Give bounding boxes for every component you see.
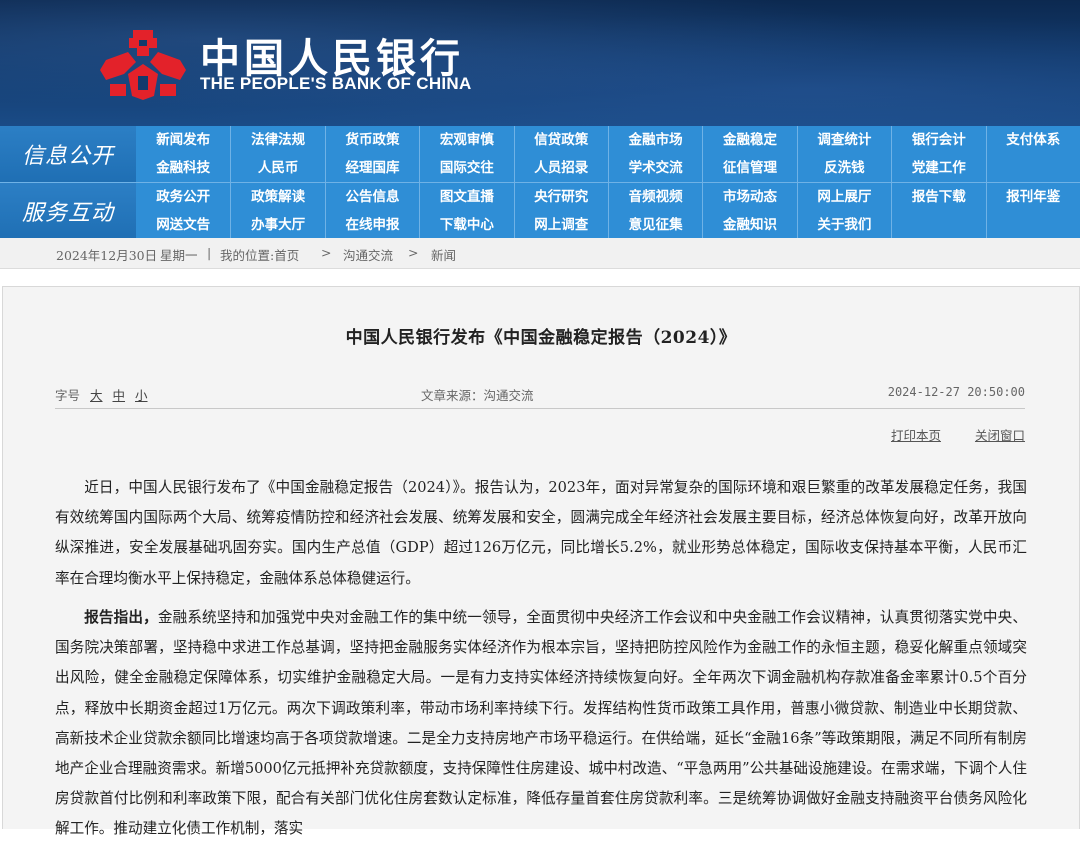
- font-size-control: 字号 大 中 小: [55, 385, 148, 404]
- nav-item[interactable]: 人民币: [230, 154, 324, 182]
- current-weekday: 星期一: [160, 248, 198, 263]
- breadcrumb-home[interactable]: 我的位置:首页: [220, 245, 299, 264]
- nav-item[interactable]: 图文直播: [419, 183, 513, 211]
- article-paragraph-2: 报告指出，金融系统坚持和加强党中央对金融工作的集中统一领导，全面贯彻中央经济工作…: [55, 603, 1027, 845]
- nav-item[interactable]: 法律法规: [230, 126, 324, 154]
- nav-item[interactable]: 国际交往: [419, 154, 513, 182]
- breadcrumb-news[interactable]: 新闻: [431, 245, 456, 264]
- nav-item[interactable]: 意见征集: [607, 211, 702, 239]
- breadcrumb: 2024年12月30日 星期一 | 我的位置:首页 > 沟通交流 > 新闻: [0, 238, 1080, 269]
- nav-item[interactable]: 货币政策: [324, 126, 419, 154]
- article-title: 中国人民银行发布《中国金融稳定报告（2024）》: [345, 328, 737, 348]
- nav-item[interactable]: 学术交流: [607, 154, 702, 182]
- meta-divider: [55, 408, 1025, 409]
- nav-item[interactable]: 信贷政策: [513, 126, 608, 154]
- nav-row-1: 新闻发布 法律法规 货币政策 宏观审慎 信贷政策 金融市场 金融稳定 调查统计 …: [136, 126, 1080, 154]
- font-size-medium-link[interactable]: 中: [113, 388, 126, 403]
- nav-item[interactable]: 政务公开: [136, 183, 230, 211]
- font-size-label: 字号: [55, 388, 81, 403]
- nav-item[interactable]: 金融科技: [136, 154, 230, 182]
- nav-item[interactable]: 网上调查: [513, 211, 608, 239]
- nav-item[interactable]: 反洗钱: [796, 154, 891, 182]
- font-size-large-link[interactable]: 大: [90, 388, 103, 403]
- breadcrumb-separator: |: [207, 245, 212, 260]
- nav-row-2: 金融科技 人民币 经理国库 国际交往 人员招录 学术交流 征信管理 反洗钱 党建…: [136, 154, 1080, 182]
- nav-item[interactable]: 人员招录: [513, 154, 608, 182]
- print-page-link[interactable]: 打印本页: [891, 428, 941, 443]
- nav-item-empty: [985, 154, 1080, 182]
- nav-row-4: 网送文告 办事大厅 在线申报 下载中心 网上调查 意见征集 金融知识 关于我们: [136, 211, 1080, 239]
- nav-section-info-disclosure[interactable]: 信息公开: [0, 126, 136, 182]
- article-datetime: 2024-12-27 20:50:00: [887, 385, 1025, 399]
- nav-item-empty: [891, 211, 985, 239]
- nav-item[interactable]: 报告下载: [891, 183, 985, 211]
- main-nav: 信息公开 新闻发布 法律法规 货币政策 宏观审慎 信贷政策 金融市场 金融稳定 …: [0, 126, 1080, 239]
- nav-group-info: 信息公开 新闻发布 法律法规 货币政策 宏观审慎 信贷政策 金融市场 金融稳定 …: [0, 126, 1080, 182]
- nav-group-service: 服务互动 政务公开 政策解读 公告信息 图文直播 央行研究 音频视频 市场动态 …: [0, 182, 1080, 239]
- nav-item[interactable]: 新闻发布: [136, 126, 230, 154]
- article-container: 中国人民银行发布《中国金融稳定报告（2024）》 字号 大 中 小 文章来源：沟…: [2, 286, 1080, 837]
- pboc-emblem-icon[interactable]: [98, 28, 188, 102]
- nav-section-service-interaction[interactable]: 服务互动: [0, 183, 136, 239]
- brand-name-en: THE PEOPLE'S BANK OF CHINA: [200, 74, 472, 93]
- nav-item[interactable]: 网送文告: [136, 211, 230, 239]
- font-size-small-link[interactable]: 小: [135, 388, 148, 403]
- nav-item[interactable]: 政策解读: [230, 183, 324, 211]
- nav-item[interactable]: 宏观审慎: [419, 126, 513, 154]
- nav-item[interactable]: 调查统计: [796, 126, 891, 154]
- article-tools: 打印本页 关闭窗口: [861, 425, 1025, 444]
- nav-item[interactable]: 征信管理: [702, 154, 796, 182]
- paragraph-body: 金融系统坚持和加强党中央对金融工作的集中统一领导，全面贯彻中央经济工作会议和中央…: [55, 609, 1027, 838]
- article-paragraph-1: 近日，中国人民银行发布了《中国金融稳定报告（2024）》。报告认为，2023年，…: [55, 479, 1027, 587]
- nav-item[interactable]: 央行研究: [513, 183, 608, 211]
- nav-item[interactable]: 银行会计: [891, 126, 985, 154]
- nav-item[interactable]: 金融知识: [702, 211, 796, 239]
- nav-item[interactable]: 关于我们: [796, 211, 891, 239]
- nav-item[interactable]: 报刊年鉴: [985, 183, 1080, 211]
- nav-item[interactable]: 金融稳定: [702, 126, 796, 154]
- nav-item[interactable]: 支付体系: [985, 126, 1080, 154]
- nav-item[interactable]: 金融市场: [607, 126, 702, 154]
- article-source: 文章来源：沟通交流: [421, 388, 534, 403]
- site-header: 中国人民银行 THE PEOPLE'S BANK OF CHINA: [0, 0, 1080, 126]
- breadcrumb-arrow: >: [321, 245, 332, 260]
- nav-item-empty: [985, 211, 1080, 239]
- current-date: 2024年12月30日: [56, 248, 158, 263]
- nav-item[interactable]: 市场动态: [702, 183, 796, 211]
- breadcrumb-arrow: >: [408, 245, 419, 260]
- nav-item[interactable]: 公告信息: [324, 183, 419, 211]
- nav-item[interactable]: 在线申报: [324, 211, 419, 239]
- nav-item[interactable]: 音频视频: [607, 183, 702, 211]
- nav-item[interactable]: 网上展厅: [796, 183, 891, 211]
- article-meta: 字号 大 中 小 文章来源：沟通交流 2024-12-27 20:50:00: [55, 385, 1025, 405]
- breadcrumb-comm[interactable]: 沟通交流: [343, 245, 393, 264]
- paragraph-lead: 报告指出，: [84, 609, 158, 626]
- nav-row-3: 政务公开 政策解读 公告信息 图文直播 央行研究 音频视频 市场动态 网上展厅 …: [136, 183, 1080, 211]
- nav-item[interactable]: 党建工作: [891, 154, 985, 182]
- close-window-link[interactable]: 关闭窗口: [975, 428, 1025, 443]
- nav-item[interactable]: 下载中心: [419, 211, 513, 239]
- nav-item[interactable]: 经理国库: [324, 154, 419, 182]
- nav-item[interactable]: 办事大厅: [230, 211, 324, 239]
